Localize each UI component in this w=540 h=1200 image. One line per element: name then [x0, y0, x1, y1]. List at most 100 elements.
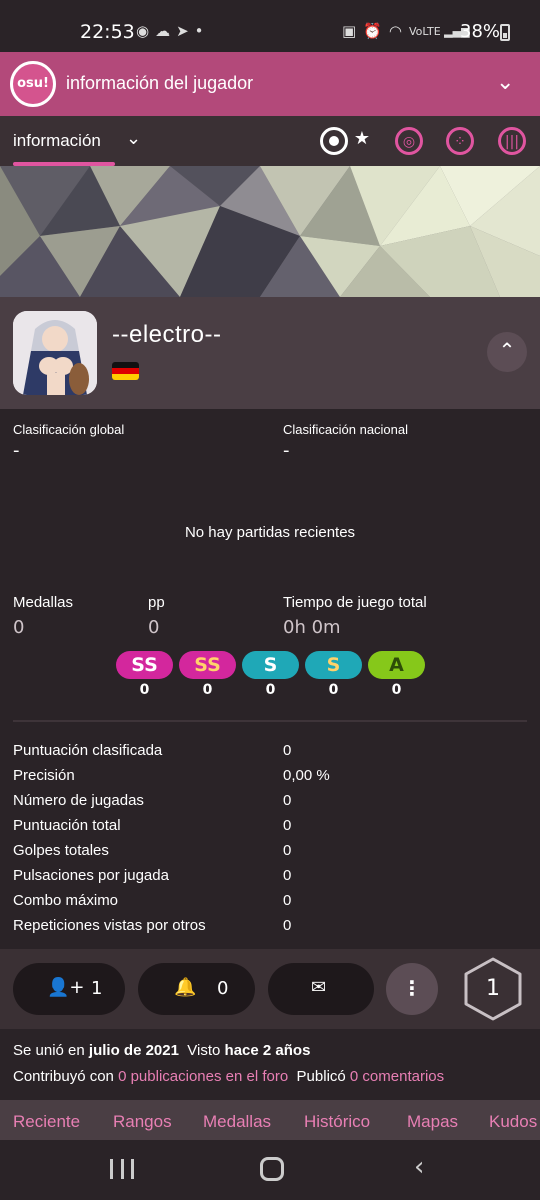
subscribers-count: 0 — [217, 978, 229, 999]
dot-icon: • — [194, 22, 204, 40]
level-number: 1 — [486, 976, 500, 1001]
osu-logo[interactable]: osu! — [10, 61, 56, 107]
stat-label: Repeticiones vistas por otros — [13, 917, 206, 934]
tab-history[interactable]: Histórico — [304, 1112, 370, 1132]
page-title: información del jugador — [66, 73, 254, 93]
grade-a-count: 0 — [391, 682, 402, 698]
pp-value: 0 — [148, 617, 160, 638]
tab-medals[interactable]: Medallas — [203, 1112, 271, 1132]
home-icon[interactable] — [260, 1157, 284, 1181]
grade-ssh-count: 0 — [139, 682, 150, 698]
national-rank-value: - — [283, 440, 290, 461]
grade-sh-badge: S — [242, 651, 299, 679]
mode-mania-icon[interactable]: ||| — [498, 127, 526, 155]
country-flag-icon[interactable] — [112, 362, 139, 380]
profile-header: --electro-- ⌃ — [0, 297, 540, 409]
mode-osu-icon[interactable] — [320, 127, 348, 155]
profile-info — [0, 1029, 540, 1100]
wifi-icon: ◠ — [388, 22, 402, 40]
grade-a-badge: A — [368, 651, 425, 679]
profile-cover-image — [0, 166, 540, 297]
discord-icon: ◉ — [136, 22, 150, 40]
stat-label: Pulsaciones por jugada — [13, 867, 169, 884]
tab-info[interactable]: información — [13, 131, 101, 151]
battery-percent: 38% — [460, 21, 501, 42]
stat-row: Número de jugadas 0 — [13, 792, 527, 814]
posted-prefix: Publicó — [296, 1068, 346, 1085]
stat-value: 0 — [283, 792, 292, 809]
stat-row: Puntuación clasificada 0 — [13, 742, 527, 764]
more-options-button[interactable]: ⋮ — [386, 963, 438, 1015]
stat-label: Golpes totales — [13, 842, 109, 859]
avatar — [13, 311, 97, 395]
tab-recent[interactable]: Reciente — [13, 1112, 80, 1132]
alarm-icon: ⏰ — [363, 22, 382, 40]
forum-posts-link[interactable]: 0 publicaciones en el foro — [118, 1068, 288, 1085]
chevron-down-icon[interactable]: ⌄ — [126, 128, 141, 149]
playtime-label: Tiempo de juego total — [283, 594, 427, 611]
stat-row: Puntuación total 0 — [13, 817, 527, 839]
grade-ssh-badge: SS — [116, 651, 173, 679]
app-header: osu! información del jugador ⌄ — [0, 52, 540, 116]
joined-date: julio de 2021 — [88, 1042, 179, 1059]
medals-value: 0 — [13, 617, 25, 638]
tab-ranks[interactable]: Rangos — [113, 1112, 172, 1132]
stat-value: 0 — [283, 742, 292, 759]
default-mode-star-icon: ★ — [353, 128, 371, 149]
notification-icons: ◉ ☁ ➤ • — [136, 22, 204, 40]
tab-kudosu[interactable]: Kudos — [489, 1112, 537, 1132]
recent-apps-icon[interactable] — [110, 1159, 134, 1179]
message-button[interactable]: ✉ — [268, 963, 374, 1015]
stat-value: 0,00 % — [283, 767, 330, 784]
contrib-prefix: Contribuyó con — [13, 1068, 114, 1085]
level-badge: 1 — [462, 956, 524, 1022]
grade-ss-count: 0 — [202, 682, 213, 698]
joined-prefix: Se unió en — [13, 1042, 85, 1059]
seen-prefix: Visto — [187, 1042, 221, 1059]
national-rank-label: Clasificación nacional — [283, 422, 409, 437]
grade-s-count: 0 — [328, 682, 339, 698]
status-time: 22:53 — [80, 21, 135, 43]
no-recent-plays-text: No hay partidas recientes — [184, 524, 356, 541]
stat-value: 0 — [283, 917, 292, 934]
grade-sh-count: 0 — [265, 682, 276, 698]
cloud-icon: ☁ — [155, 22, 171, 40]
battery-icon — [500, 24, 510, 41]
follow-button[interactable]: 👤+ 1 — [13, 963, 125, 1015]
stat-value: 0 — [283, 867, 292, 884]
username: --electro-- — [112, 321, 222, 348]
mapping-subscribe-button[interactable]: 🔔 0 — [138, 963, 255, 1015]
mode-catch-icon[interactable]: ⁘ — [446, 127, 474, 155]
mode-taiko-icon[interactable]: ◎ — [395, 127, 423, 155]
battery-saver-icon: ▣ — [342, 22, 357, 40]
stat-value: 0 — [283, 892, 292, 909]
followers-count: 1 — [91, 978, 103, 999]
stat-row: Repeticiones vistas por otros 0 — [13, 917, 527, 939]
contribution-info: Contribuyó con 0 publicaciones en el for… — [13, 1068, 444, 1085]
chevron-down-icon[interactable]: ⌄ — [496, 70, 514, 95]
add-friend-icon: 👤+ — [47, 977, 85, 998]
system-icons: ▣ ⏰ ◠ VoLTE ▂▄▆ — [342, 22, 470, 40]
grade-ss-badge: SS — [179, 651, 236, 679]
tab-beatmaps[interactable]: Mapas — [407, 1112, 458, 1132]
stat-value: 0 — [283, 817, 292, 834]
comments-link[interactable]: 0 comentarios — [350, 1068, 444, 1085]
global-rank-label: Clasificación global — [13, 422, 125, 437]
back-icon[interactable]: ‹ — [414, 1152, 424, 1182]
stat-label: Precisión — [13, 767, 75, 784]
telegram-icon: ➤ — [176, 22, 189, 40]
global-rank-value: - — [13, 440, 20, 461]
stat-label: Puntuación clasificada — [13, 742, 163, 759]
grade-s-badge: S — [305, 651, 362, 679]
join-info: Se unió en julio de 2021 Visto hace 2 añ… — [13, 1042, 310, 1059]
pp-label: pp — [148, 594, 165, 611]
seen-value: hace 2 años — [224, 1042, 311, 1059]
divider — [13, 720, 527, 722]
playtime-value: 0h 0m — [283, 617, 341, 638]
stat-label: Puntuación total — [13, 817, 121, 834]
stat-label: Combo máximo — [13, 892, 119, 909]
stat-row: Pulsaciones por jugada 0 — [13, 867, 527, 889]
status-bar: 22:53 ◉ ☁ ➤ • ▣ ⏰ ◠ VoLTE ▂▄▆ 38% — [0, 0, 540, 52]
stat-value: 0 — [283, 842, 292, 859]
collapse-header-button[interactable]: ⌃ — [487, 332, 527, 372]
